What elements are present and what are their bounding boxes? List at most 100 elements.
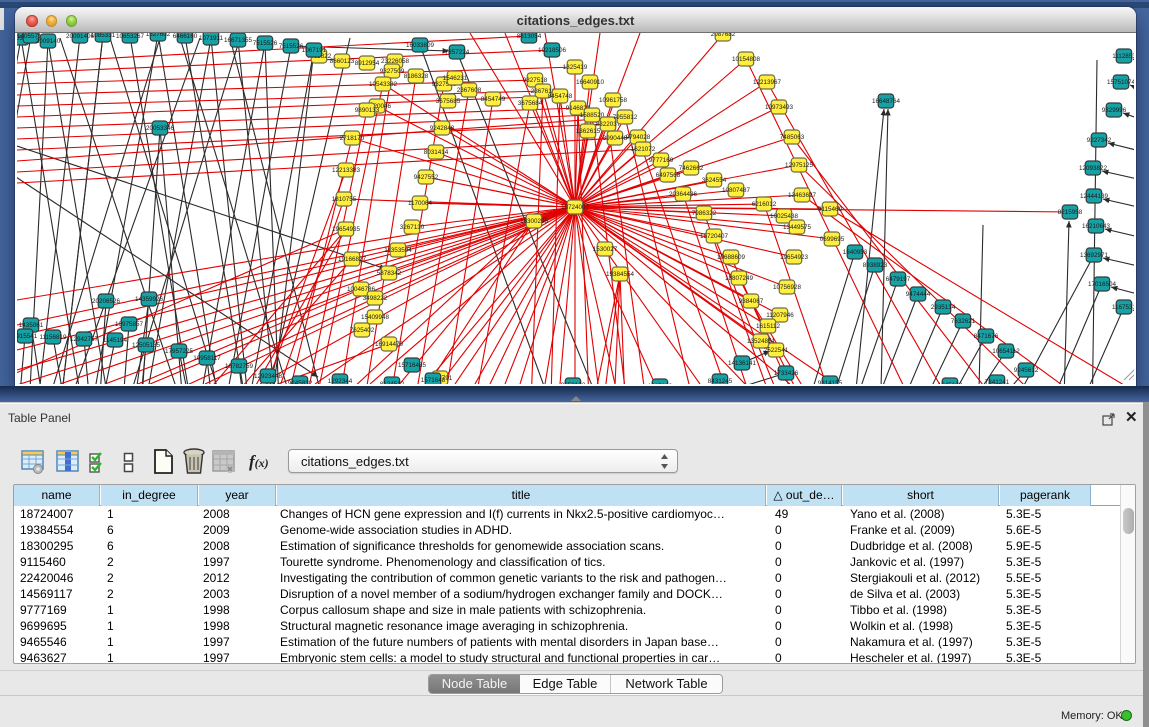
- svg-text:15409948: 15409948: [361, 314, 390, 321]
- svg-text:17957225: 17957225: [165, 348, 194, 355]
- svg-text:7515526: 7515526: [253, 40, 278, 47]
- svg-text:8660123: 8660123: [330, 58, 355, 65]
- svg-text:1145194: 1145194: [103, 337, 128, 344]
- svg-text:10543382: 10543382: [369, 81, 398, 88]
- svg-text:1527602: 1527602: [146, 33, 171, 38]
- svg-text:8431245: 8431245: [708, 378, 733, 384]
- svg-text:16033809: 16033809: [406, 42, 435, 49]
- svg-text:9329996: 9329996: [1102, 107, 1127, 114]
- svg-text:10807487: 10807487: [722, 187, 751, 194]
- svg-text:2009140: 2009140: [36, 38, 61, 45]
- svg-text:3915541: 3915541: [17, 333, 38, 340]
- svg-text:17016504: 17016504: [1088, 281, 1117, 288]
- svg-text:8471676: 8471676: [974, 333, 999, 340]
- svg-text:20364436: 20364436: [669, 191, 698, 198]
- svg-text:1067191: 1067191: [302, 47, 327, 54]
- svg-text:19654935: 19654935: [332, 226, 361, 233]
- svg-text:1245183: 1245183: [648, 383, 673, 384]
- svg-text:1530027: 1530027: [593, 246, 618, 253]
- svg-text:9474444: 9474444: [906, 291, 931, 298]
- svg-text:8215958: 8215958: [1058, 209, 1083, 216]
- svg-text:8454749: 8454749: [481, 96, 506, 103]
- svg-text:9242848: 9242848: [430, 125, 455, 132]
- svg-text:8912954: 8912954: [355, 60, 380, 67]
- svg-text:11156819: 11156819: [39, 334, 67, 341]
- svg-text:8990448: 8990448: [603, 135, 628, 142]
- svg-text:8186328: 8186328: [404, 73, 429, 80]
- svg-text:15716485: 15716485: [398, 362, 427, 369]
- svg-text:9658123: 9658123: [561, 382, 586, 384]
- svg-text:1810755: 1810755: [332, 196, 357, 203]
- svg-text:7625402: 7625402: [350, 327, 375, 334]
- svg-text:10973493: 10973493: [765, 104, 794, 111]
- svg-text:7986322: 7986322: [692, 210, 717, 217]
- svg-text:2367608: 2367608: [457, 87, 482, 94]
- svg-text:6479197: 6479197: [886, 276, 911, 283]
- svg-text:10961758: 10961758: [599, 97, 628, 104]
- svg-text:16210643: 16210643: [1082, 223, 1111, 230]
- svg-text:9890133: 9890133: [355, 107, 380, 114]
- svg-text:16648764: 16648764: [872, 98, 901, 105]
- svg-text:10975857: 10975857: [115, 321, 144, 328]
- svg-text:16782759: 16782759: [225, 363, 254, 370]
- svg-text:1292344: 1292344: [328, 378, 353, 384]
- svg-text:10688609: 10688609: [717, 254, 746, 261]
- svg-text:3675684: 3675684: [518, 100, 543, 107]
- svg-text:13463627: 13463627: [788, 192, 817, 199]
- svg-text:16640910: 16640910: [576, 79, 605, 86]
- svg-text:0699695: 0699695: [820, 236, 845, 243]
- svg-text:20053346: 20053346: [146, 125, 175, 132]
- svg-text:1325419: 1325419: [563, 64, 588, 71]
- svg-text:9327518: 9327518: [523, 77, 548, 84]
- svg-text:1640953: 1640953: [843, 249, 868, 256]
- svg-text:7515526: 7515526: [279, 43, 304, 50]
- svg-text:2087682: 2087682: [711, 33, 736, 38]
- svg-text:13449575: 13449575: [783, 224, 812, 231]
- svg-text:11207946: 11207946: [766, 312, 794, 319]
- svg-text:8938923: 8938923: [863, 262, 888, 269]
- svg-text:12213383: 12213383: [332, 167, 361, 174]
- svg-text:13692971: 13692971: [1080, 252, 1109, 259]
- svg-text:15751074: 15751074: [1107, 79, 1134, 86]
- svg-text:1167531: 1167531: [1112, 304, 1134, 311]
- svg-text:1571648: 1571648: [421, 377, 446, 384]
- svg-text:10958117: 10958117: [193, 355, 221, 362]
- svg-text:9245832: 9245832: [288, 380, 313, 384]
- svg-text:18807249: 18807249: [725, 275, 754, 282]
- svg-text:1845123: 1845123: [938, 382, 963, 384]
- svg-text:12213967: 12213967: [753, 79, 782, 86]
- svg-text:19218506: 19218506: [538, 47, 567, 54]
- svg-text:1112853: 1112853: [1112, 53, 1134, 60]
- svg-text:9115460: 9115460: [818, 206, 843, 213]
- svg-text:10025438: 10025438: [770, 213, 799, 220]
- svg-text:19654923: 19654923: [780, 254, 809, 261]
- svg-text:6497568: 6497568: [656, 172, 681, 179]
- svg-text:14136141: 14136141: [728, 360, 757, 367]
- svg-text:12505135: 12505135: [132, 342, 161, 349]
- svg-text:9227342: 9227342: [1087, 137, 1112, 144]
- svg-text:8031414: 8031414: [424, 149, 449, 156]
- svg-text:1071911: 1071911: [199, 35, 224, 42]
- svg-text:18300295: 18300295: [520, 218, 549, 225]
- svg-text:7341241: 7341241: [985, 379, 1010, 384]
- svg-text:20206526: 20206526: [92, 298, 121, 305]
- svg-text:12093822: 12093822: [1079, 165, 1108, 172]
- svg-text:1170064: 1170064: [408, 200, 433, 207]
- svg-text:2522541: 2522541: [764, 347, 789, 354]
- svg-text:9314155: 9314155: [818, 380, 843, 384]
- svg-text:1621072: 1621072: [631, 146, 656, 153]
- svg-text:10654112: 10654112: [992, 348, 1020, 355]
- svg-text:8454748: 8454748: [548, 93, 573, 100]
- svg-text:8124512: 8124512: [380, 381, 405, 384]
- svg-text:6216012: 6216012: [752, 201, 777, 208]
- svg-text:12942757: 12942757: [70, 336, 99, 343]
- svg-text:3498222: 3498222: [363, 295, 388, 302]
- svg-text:1546231: 1546231: [443, 75, 468, 82]
- svg-text:7955812: 7955812: [613, 114, 638, 121]
- svg-text:12923448: 12923448: [254, 373, 283, 380]
- svg-text:3267130: 3267130: [400, 224, 425, 231]
- svg-text:11353594: 11353594: [384, 247, 412, 254]
- svg-text:16671355: 16671355: [224, 37, 253, 44]
- svg-text:19166827: 19166827: [338, 256, 367, 263]
- svg-text:3675685: 3675685: [436, 98, 461, 105]
